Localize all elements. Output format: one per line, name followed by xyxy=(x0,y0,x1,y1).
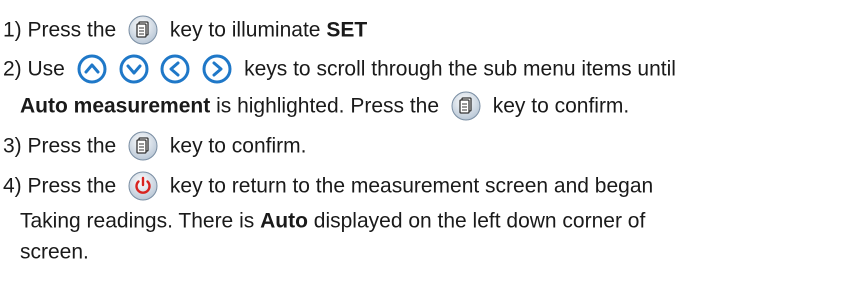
step-2-text: keys to scroll through the sub menu item… xyxy=(244,57,676,81)
step-2-line2-end: key to confirm. xyxy=(492,94,630,118)
step-2-continuation: Auto measurement is highlighted. Press t… xyxy=(20,90,629,122)
step-2-line2-text: is highlighted. Press the xyxy=(216,94,440,118)
auto-measurement-label: Auto measurement xyxy=(20,94,211,118)
right-arrow-key-icon xyxy=(202,54,232,84)
step-4-line2-end: displayed on the left down corner of xyxy=(313,209,646,233)
set-label: SET xyxy=(326,18,368,42)
step-4-line3-text: screen. xyxy=(20,240,89,264)
step-4-text: key to return to the measurement screen … xyxy=(169,174,654,198)
auto-label: Auto xyxy=(260,209,308,233)
step-1-text: key to illuminate xyxy=(169,18,321,42)
step-1-prefix: 1) Press the xyxy=(3,18,117,42)
step-4-continuation: Taking readings. There is Auto displayed… xyxy=(20,205,645,237)
power-key-icon xyxy=(128,171,158,201)
step-4: 4) Press the key to return to the measur… xyxy=(3,170,653,202)
step-2-prefix: 2) Use xyxy=(3,57,65,81)
menu-set-key-icon xyxy=(451,91,481,121)
step-3: 3) Press the key to confirm. xyxy=(3,130,306,162)
down-arrow-key-icon xyxy=(119,54,149,84)
up-arrow-key-icon xyxy=(77,54,107,84)
instruction-document: 1) Press the key to illuminate SET 2) Us… xyxy=(0,0,857,297)
left-arrow-key-icon xyxy=(160,54,190,84)
step-3-prefix: 3) Press the xyxy=(3,134,117,158)
step-2: 2) Use keys to scroll through the sub me… xyxy=(3,53,676,85)
step-4-prefix: 4) Press the xyxy=(3,174,117,198)
menu-set-key-icon xyxy=(128,15,158,45)
menu-set-key-icon xyxy=(128,131,158,161)
step-3-text: key to confirm. xyxy=(169,134,307,158)
step-4-line2-text: Taking readings. There is xyxy=(20,209,255,233)
step-1: 1) Press the key to illuminate SET xyxy=(3,14,367,46)
step-4-last-line: screen. xyxy=(20,236,89,268)
